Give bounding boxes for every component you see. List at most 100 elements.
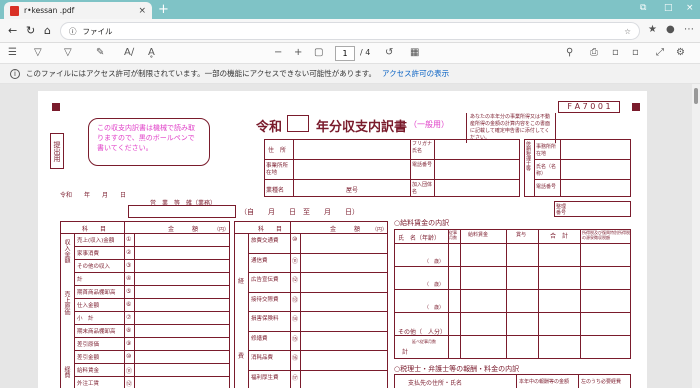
row-divider [248,272,388,273]
year-input-box[interactable] [287,115,309,132]
expense-row-label: 福利厚生費 [251,374,279,381]
form-code: F A 7 0 0 1 [558,101,620,113]
profile-icon[interactable]: ● [666,24,675,35]
wage-total-months: 延べ従事月数 [412,339,436,344]
wage-col-months: 従事月数 [449,230,457,240]
kamoku-header: 科 目 [82,226,107,233]
form-title: 年分収支内訳書 [316,120,408,135]
cost-side: 売上原価 [63,291,70,315]
fee-col-expense: 左のうち必要経費 [581,379,622,385]
label-group: 加入団体名 [412,182,433,195]
expense-row-label: 損害保険料 [251,316,279,322]
tab-pdf[interactable]: r•kessan .pdf × [4,2,152,19]
label-tax-office: 事務所所在地 [536,144,557,157]
notice-bubble: この収支内訳書は機械で読み取りますので、黒のボールペンで書いてください。 [88,118,210,166]
more-menu-icon[interactable]: ⋯ [684,24,694,35]
wage-col-bonus: 賞与 [516,232,527,238]
tab-title: r•kessan .pdf [24,6,75,15]
tab-close-icon[interactable]: × [138,6,146,16]
mid-kamoku-header: 科 目 [258,226,283,233]
income-row-label: 売上(収入)金額 [77,238,115,244]
label-industry: 業種名 [266,187,285,194]
draw-icon[interactable]: ▽ [64,47,72,58]
wage-age-1: （ 歳） [424,259,445,265]
close-window-button[interactable]: × [686,3,694,13]
info-icon: ⓘ [69,26,77,36]
rotate-icon[interactable]: ↺ [385,47,393,58]
fee-title: ○税理士・弁護士等の報酬・料金の内訳 [394,365,520,373]
wage-col-salary: 給料賃金 [468,232,489,238]
kingaku-header: 金 額 [168,226,199,233]
pdf-page: F A 7 0 0 1 この収支内訳書は機械で読み取りますので、黒のボールペンで… [38,91,647,388]
new-tab-button[interactable]: + [158,2,169,17]
corner-mark [632,103,640,111]
business-box[interactable] [128,205,236,218]
back-icon[interactable]: ← [8,24,17,37]
translate-icon[interactable]: Ḁ [148,47,155,58]
url-bar[interactable]: ⓘ ファイル ☆ [60,22,640,40]
row-divider [74,246,230,247]
income-row-number: ⑪ [126,368,133,375]
income-row-label: 外注工賃 [77,381,100,387]
fee-col-amount: 本年中の報酬等の金額 [519,379,570,385]
page-view-icon[interactable]: ▦ [410,47,419,58]
period-label: （自 月 日 至 月 日） [240,208,359,216]
access-permission-link[interactable]: アクセス許可の表示 [382,68,449,79]
restore-button[interactable]: □ [664,3,673,13]
row-divider [248,369,388,371]
label-shop: 屋号 [346,187,359,194]
search-icon[interactable]: ⚲ [566,47,573,58]
income-row-number: ④ [126,275,132,282]
save-as-icon[interactable]: ▫ [632,47,639,58]
erase-icon[interactable]: ✎ [96,47,104,58]
income-row-number: ② [126,249,132,256]
zoom-out-icon[interactable]: − [274,47,282,58]
row-divider [74,324,230,325]
contents-icon[interactable]: ☰ [8,47,17,58]
label-tax-name: 氏名（名称） [536,164,557,177]
zoom-in-icon[interactable]: + [294,47,302,58]
expense-row-number: ⑭ [292,316,299,323]
read-aloud-icon[interactable]: A∕ [124,47,134,58]
label-phone: 電話番号 [412,162,433,168]
expense-row-label: 接待交際費 [251,296,279,303]
label-name: フリガナ氏名 [412,141,433,154]
wage-age-3: （ 歳） [424,305,445,311]
expense-row-label: 旅費交通費 [251,238,279,244]
date-label: 令和 年 月 日 [60,192,127,199]
page-number-input[interactable]: 1 [335,46,355,61]
row-divider [248,291,388,293]
expense-table [234,221,388,388]
income-row-label: 小 計 [77,316,94,322]
access-info-bar: i このファイルにはアクセス許可が制限されています。一部の機能にアクセスできない… [0,64,700,84]
expense-side: 経費 [63,366,70,378]
favorite-star-icon[interactable]: ☆ [624,27,631,36]
favorites-icon[interactable]: ★ [648,24,657,35]
url-label: ファイル [82,26,113,36]
income-row-label: 期首商品棚卸高 [77,290,116,296]
income-row-label: 期末商品棚卸高 [77,329,116,335]
income-row-number: ⑥ [126,301,132,308]
income-row-number: ⑩ [126,353,132,360]
corner-mark [52,103,60,111]
fullscreen-icon[interactable]: ⤢ [656,47,664,58]
row-divider [248,350,388,351]
settings-gear-icon[interactable]: ⚙ [676,47,685,58]
scrollbar-thumb[interactable] [694,88,698,104]
expense-row-label: 消耗品費 [251,355,274,361]
highlight-icon[interactable]: ▽ [34,47,42,58]
print-icon[interactable]: ⎙ [590,47,598,58]
save-icon[interactable]: ▫ [612,47,619,58]
income-row-number: ⑨ [126,340,132,347]
expense-row-label: 修繕費 [251,335,268,342]
refresh-icon[interactable]: ↻ [26,24,35,37]
row-divider [74,272,230,273]
wage-age-2: （ 歳） [424,282,445,288]
label-address: 住 所 [268,147,287,154]
title-reiwa: 令和 [256,120,283,135]
vertical-scrollbar[interactable] [692,84,700,388]
label-office: 事業所所在地 [266,163,289,176]
minimize-button[interactable]: ⧉ [640,3,646,13]
home-icon[interactable]: ⌂ [44,24,51,37]
fit-page-icon[interactable]: ▢ [314,47,323,58]
